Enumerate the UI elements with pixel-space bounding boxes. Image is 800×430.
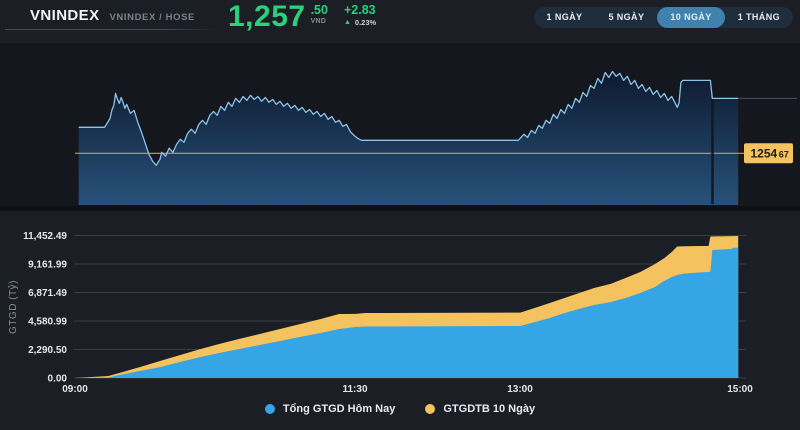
svg-text:125467: 1254 67 [751,147,789,161]
price-area-fill [78,71,739,205]
header: VNINDEX VNINDEX / HOSE 1,257 .50 VND +2.… [0,0,800,43]
price-currency: VND [310,18,327,25]
y-axis-tick: 4,580.99 [28,317,67,328]
y-axis-tick: 9,161.99 [28,260,67,271]
price-decimals: .50 [310,3,328,17]
price-change: +2.83 [343,3,376,17]
y-axis-title: GTGD (Tỷ) [7,280,19,334]
x-axis-tick: 15:00 [727,384,753,395]
change-block: +2.83 ▲ 0.23% [343,3,377,28]
header-divider [5,29,216,30]
chart-legend: Tổng GTGD Hôm Nay GTGDTB 10 Ngày [0,403,800,415]
today-series-dot-icon [264,404,275,414]
x-axis-tick: 09:00 [62,384,88,395]
y-axis-tick: 11,452.49 [23,231,67,242]
y-axis-tick: 2,290.50 [28,345,67,356]
price-value: 1,257 [228,0,306,33]
x-axis-tick: 13:00 [507,384,533,395]
up-arrow-icon: ▲ [343,18,351,26]
tab-1-thang[interactable]: 1 THÁNG [725,7,793,28]
volume-chart-panel: 11,452.49 9,161.99 6,871.49 4,580.99 2,2… [0,225,800,397]
price-block: 1,257 .50 VND +2.83 ▲ 0.23% [228,2,376,32]
tab-10-ngay[interactable]: 10 NGÀY [657,7,725,28]
timeframe-tabs: 1 NGÀY 5 NGÀY 10 NGÀY 1 THÁNG [533,7,793,28]
price-chart-canvas[interactable]: 1254 67 [0,43,800,206]
panel-divider [0,206,800,211]
tab-1-ngay[interactable]: 1 NGÀY [534,7,596,28]
price-sub: .50 VND [310,3,328,26]
exchange-subtitle: VNINDEX / HOSE [109,12,195,23]
volume-chart-canvas[interactable]: 11,452.49 9,161.99 6,871.49 4,580.99 2,2… [0,225,800,397]
y-axis-tick: 6,871.49 [28,288,67,299]
title-block: VNINDEX VNINDEX / HOSE [30,7,195,24]
legend-item-today[interactable]: Tổng GTGD Hôm Nay [264,403,395,415]
change-percent: 0.23% [354,18,377,27]
previous-close-tag: 1254 67 [744,143,793,164]
y-axis-tick: 0.00 [48,374,68,385]
legend-item-avg10[interactable]: GTGDTB 10 Ngày [425,403,535,415]
index-title: VNINDEX [30,7,100,24]
tab-5-ngay[interactable]: 5 NGÀY [595,7,657,28]
x-axis-tick: 11:30 [342,384,367,395]
avg10-series-dot-icon [425,404,436,414]
price-chart-panel: 1254 67 [0,43,800,206]
